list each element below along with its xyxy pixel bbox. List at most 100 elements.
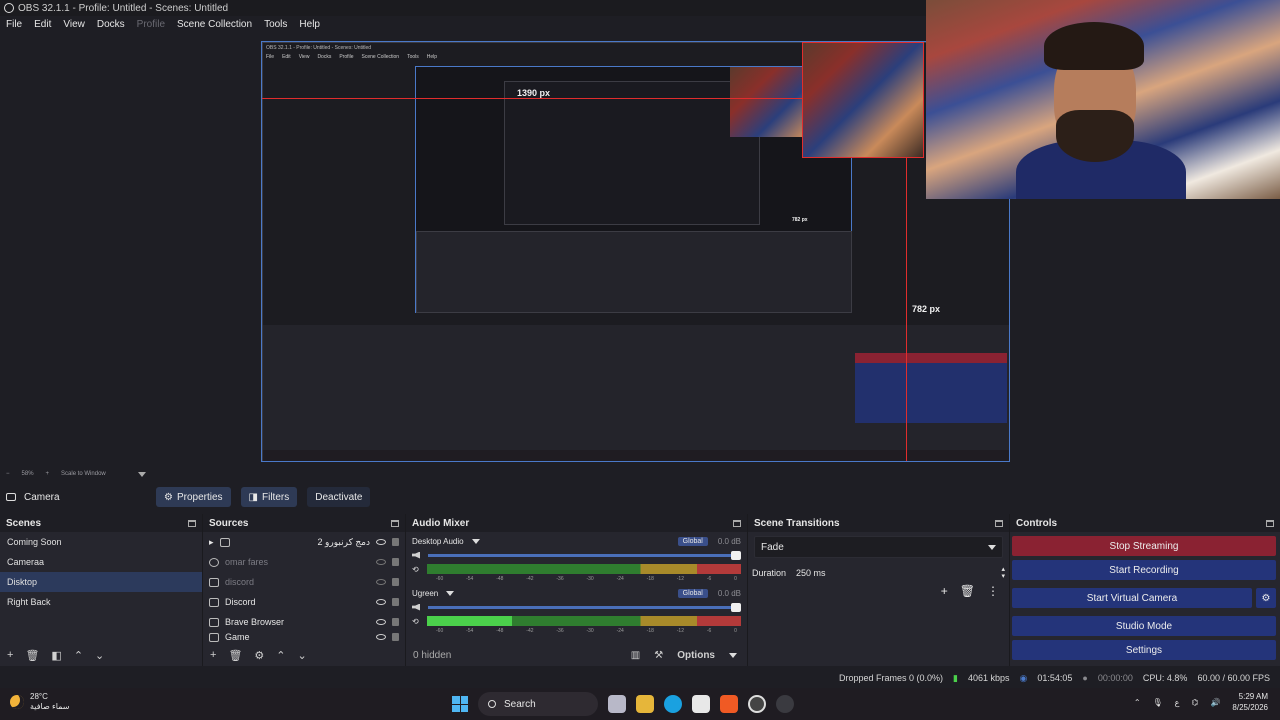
windows-start-icon[interactable]	[452, 696, 468, 712]
volume-slider[interactable]	[428, 602, 741, 612]
zoom-in-button[interactable]: +	[46, 471, 50, 477]
menu-docks[interactable]: Docks	[97, 19, 125, 30]
volume-slider[interactable]	[428, 550, 741, 560]
start-virtual-camera-button[interactable]: Start Virtual Camera	[1012, 588, 1252, 608]
remove-source-icon[interactable]: 🗑	[228, 649, 242, 662]
more-menu-icon[interactable]: ⋮	[987, 584, 999, 598]
app-taskbar-icon[interactable]	[776, 695, 794, 713]
undock-icon[interactable]	[391, 519, 399, 527]
microphone-icon[interactable]: 🎙	[1153, 698, 1163, 707]
move-down-icon[interactable]: ⌄	[95, 649, 104, 662]
options-button[interactable]: Options	[677, 650, 715, 661]
clock[interactable]: 5:29 AM 8/25/2026	[1232, 691, 1268, 713]
studio-mode-button[interactable]: Studio Mode	[1012, 616, 1276, 636]
input-language[interactable]: ع	[1175, 698, 1180, 707]
menu-profile[interactable]: Profile	[137, 19, 165, 30]
monitor-icon[interactable]: ⟲	[412, 617, 419, 626]
undock-icon[interactable]	[995, 519, 1003, 527]
properties-button[interactable]: ⚙ Properties	[156, 487, 231, 507]
webcam-source-bounds[interactable]	[802, 42, 924, 158]
weather-widget[interactable]: 28°C سماء صافية	[10, 692, 70, 712]
visibility-eye-off-icon[interactable]	[376, 559, 386, 565]
scene-item-coming-soon[interactable]: Coming Soon	[0, 532, 202, 552]
zoom-out-button[interactable]: −	[6, 471, 10, 477]
chevron-down-icon[interactable]	[471, 538, 480, 544]
volume-knob[interactable]	[731, 602, 741, 612]
brave-browser-icon[interactable]	[720, 695, 738, 713]
source-item[interactable]: discord	[203, 572, 405, 592]
menu-scene-collection[interactable]: Scene Collection	[177, 19, 252, 30]
visibility-eye-icon[interactable]	[376, 619, 386, 625]
visibility-eye-icon[interactable]	[376, 539, 386, 545]
options-caret-icon[interactable]	[729, 652, 737, 658]
file-explorer-icon[interactable]	[636, 695, 654, 713]
volume-icon[interactable]: 🔊	[1210, 698, 1220, 707]
source-item[interactable]: Brave Browser	[203, 612, 405, 632]
move-up-icon[interactable]: ⌃	[276, 649, 285, 662]
lock-icon[interactable]	[392, 578, 399, 586]
stop-streaming-button[interactable]: Stop Streaming	[1012, 536, 1276, 556]
source-item[interactable]: ▸ دمج كرنبورو 2	[203, 532, 405, 552]
tray-overflow-icon[interactable]: ⌃	[1134, 698, 1141, 707]
source-item[interactable]: omar fares	[203, 552, 405, 572]
settings-button[interactable]: Settings	[1012, 640, 1276, 660]
advanced-audio-icon[interactable]: ⚒	[654, 650, 663, 661]
undock-icon[interactable]	[733, 519, 741, 527]
lock-icon[interactable]	[392, 598, 399, 606]
menu-edit[interactable]: Edit	[34, 19, 51, 30]
source-item[interactable]: Game	[203, 632, 405, 642]
monitor-icon[interactable]: ⟲	[412, 565, 419, 574]
add-source-icon[interactable]: +	[210, 649, 216, 661]
menu-help[interactable]: Help	[299, 19, 320, 30]
scene-item-cameraa[interactable]: Cameraa	[0, 552, 202, 572]
channel-name[interactable]: Desktop Audio	[412, 537, 464, 546]
scale-mode-caret-icon[interactable]	[137, 471, 146, 477]
add-transition-icon[interactable]: +	[941, 584, 948, 598]
task-view-icon[interactable]	[608, 695, 626, 713]
preview-canvas[interactable]: OBS 32.1.1 - Profile: Untitled - Scenes:…	[261, 41, 1010, 462]
virtual-camera-settings-icon[interactable]: ⚙	[1256, 588, 1276, 608]
network-icon[interactable]: ⌬	[1191, 698, 1198, 707]
start-recording-button[interactable]: Start Recording	[1012, 560, 1276, 580]
undock-icon[interactable]	[1266, 519, 1274, 527]
store-icon[interactable]	[692, 695, 710, 713]
taskbar-search[interactable]: Search	[478, 692, 598, 716]
scene-item-disktop[interactable]: Disktop	[0, 572, 202, 592]
expand-chevron-icon[interactable]: ▸	[209, 537, 214, 548]
source-properties-icon[interactable]: ⚙	[254, 649, 264, 662]
menu-tools[interactable]: Tools	[264, 19, 287, 30]
source-item[interactable]: Discord	[203, 592, 405, 612]
move-up-icon[interactable]: ⌃	[74, 649, 83, 662]
mixer-channel-desktop-audio: Desktop Audio Global 0.0 dB ⟲ -60 -54 -4…	[406, 532, 747, 584]
scene-filters-icon[interactable]: ◧	[51, 649, 61, 662]
menu-file[interactable]: File	[6, 19, 22, 30]
visibility-eye-off-icon[interactable]	[376, 579, 386, 585]
lock-icon[interactable]	[392, 558, 399, 566]
lock-icon[interactable]	[392, 618, 399, 626]
volume-knob[interactable]	[731, 550, 741, 560]
filters-button[interactable]: ◨ Filters	[240, 487, 298, 507]
transition-select[interactable]: Fade	[754, 536, 1003, 558]
duration-spinbox[interactable]: 250 ms	[796, 568, 991, 578]
undock-icon[interactable]	[188, 519, 196, 527]
move-down-icon[interactable]: ⌄	[298, 649, 307, 662]
menu-view[interactable]: View	[63, 19, 85, 30]
visibility-eye-icon[interactable]	[376, 599, 386, 605]
spin-arrows-icon[interactable]: ▴ ▾	[1001, 566, 1005, 580]
deactivate-button[interactable]: Deactivate	[307, 487, 371, 507]
scale-mode[interactable]: Scale to Window	[61, 471, 106, 477]
speaker-icon[interactable]	[412, 551, 420, 559]
lock-icon[interactable]	[392, 538, 399, 546]
remove-scene-icon[interactable]: 🗑	[25, 649, 39, 662]
remove-transition-icon[interactable]: 🗑	[960, 584, 975, 598]
obs-taskbar-icon[interactable]	[748, 695, 766, 713]
channel-name[interactable]: Ugreen	[412, 589, 438, 598]
edge-browser-icon[interactable]	[664, 695, 682, 713]
lock-icon[interactable]	[392, 633, 399, 641]
speaker-icon[interactable]	[412, 603, 420, 611]
visibility-eye-icon[interactable]	[376, 634, 386, 640]
scene-item-right-back[interactable]: Right Back	[0, 592, 202, 612]
layout-toggle-icon[interactable]: ▥	[631, 650, 640, 661]
add-scene-icon[interactable]: +	[7, 649, 13, 661]
chevron-down-icon[interactable]	[446, 590, 455, 596]
